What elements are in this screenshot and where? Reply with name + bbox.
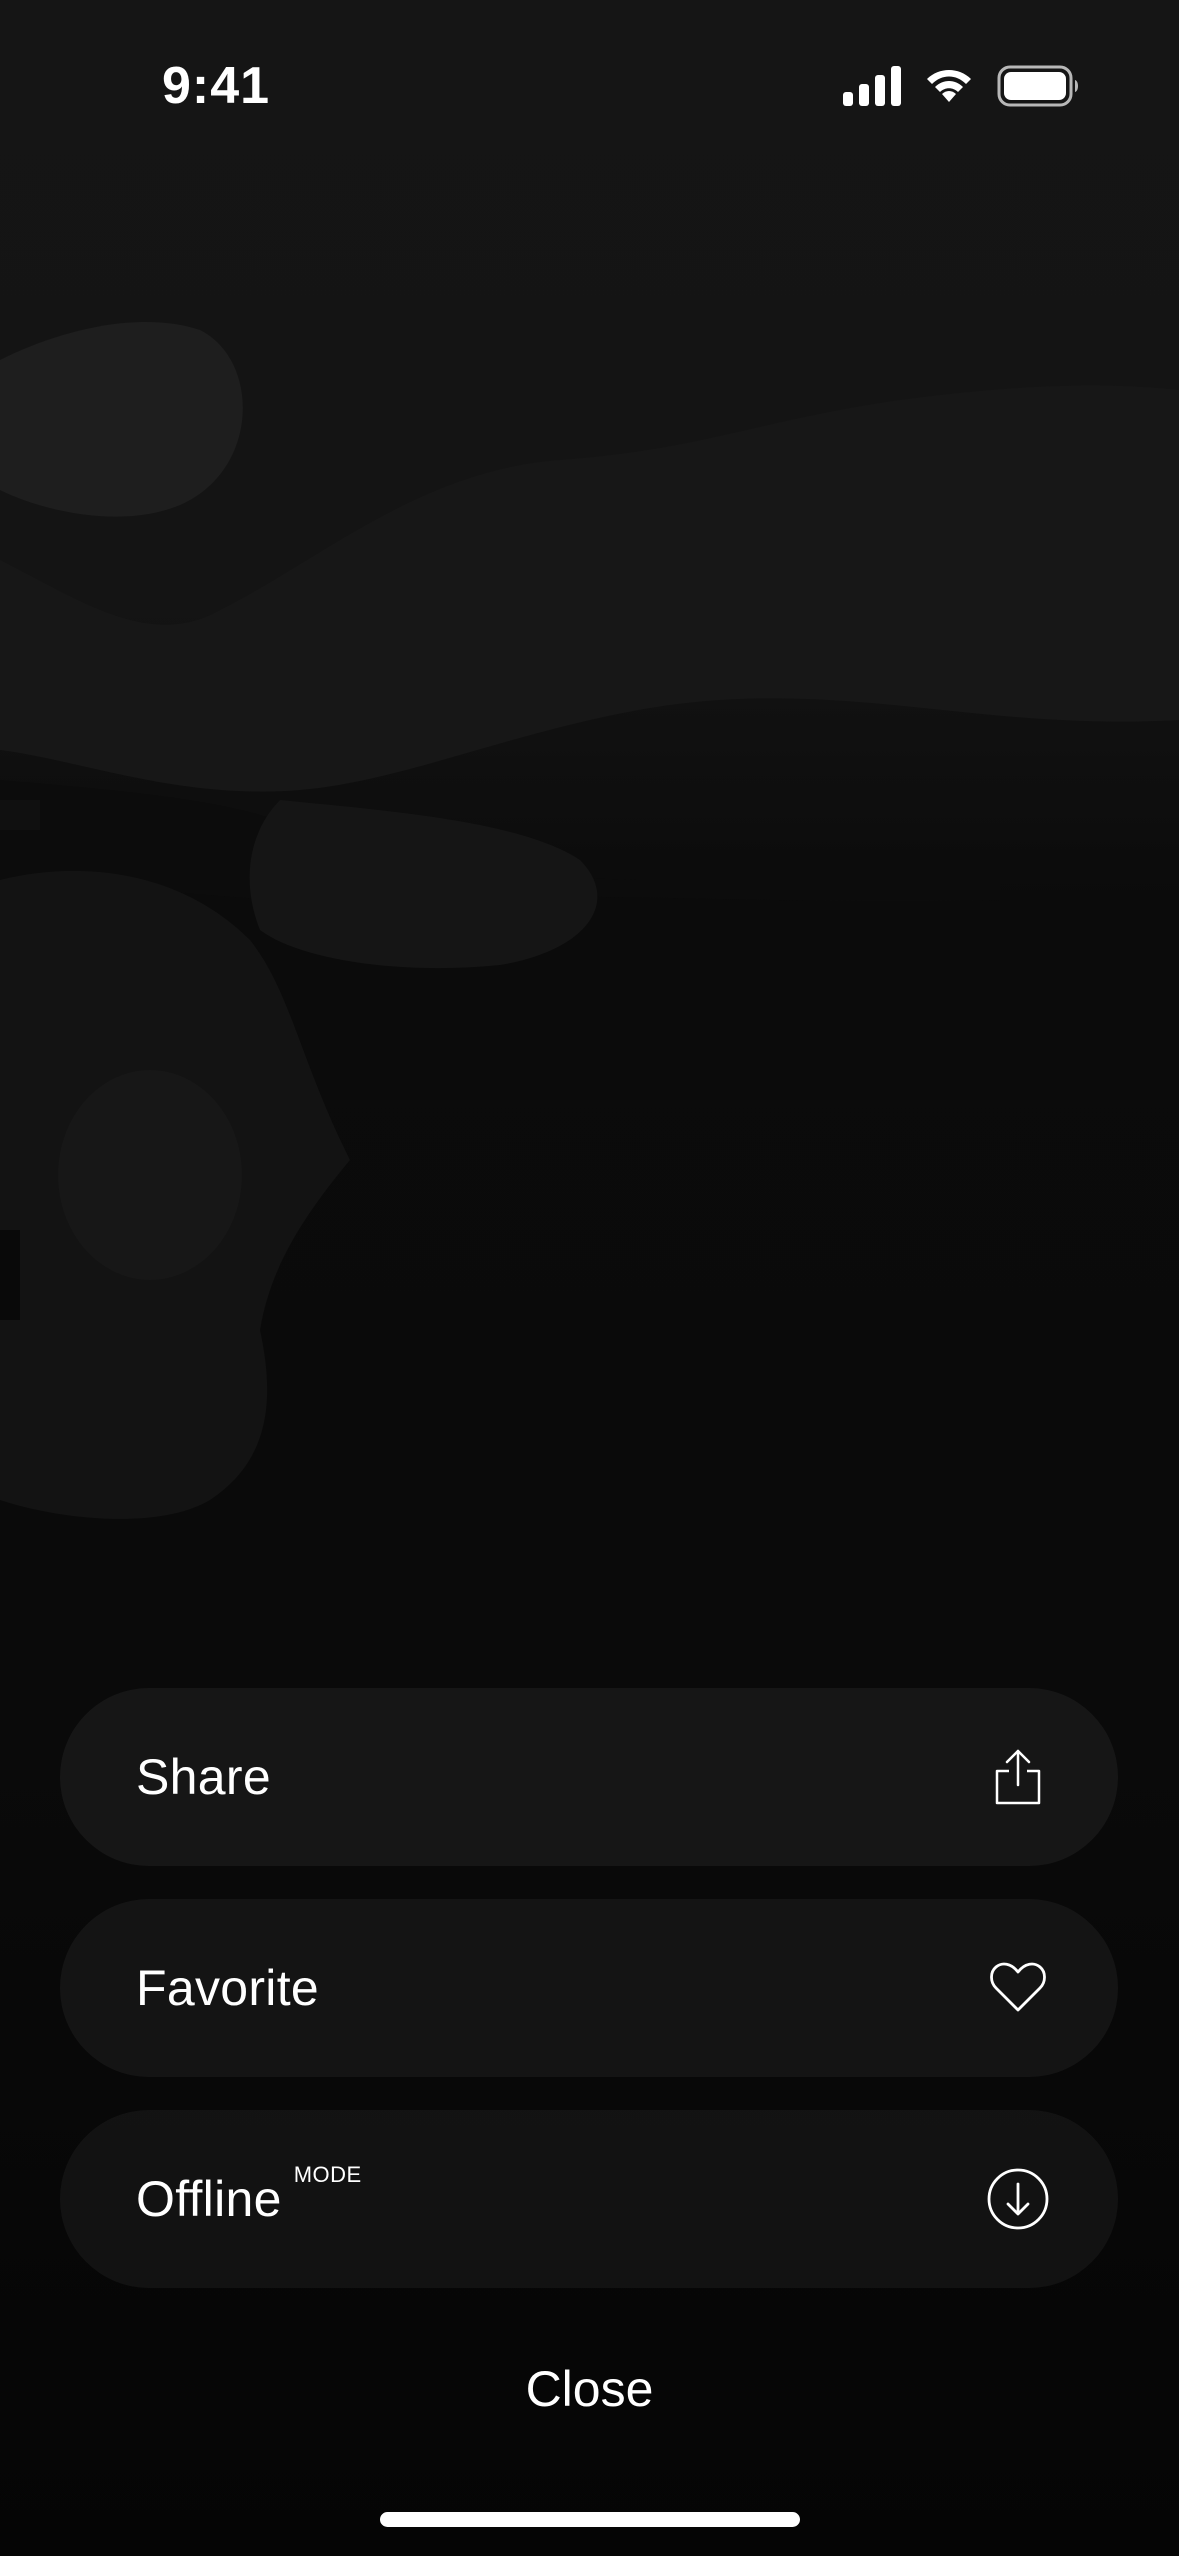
status-icons [843,64,1081,108]
share-button[interactable]: Share [60,1688,1118,1866]
offline-mode-button[interactable]: Offline MODE [60,2110,1118,2288]
screen: 9:41 Share Favorite Offline MODE Close [0,0,1179,2556]
battery-icon [997,65,1081,107]
cellular-signal-icon [843,66,901,106]
status-time: 9:41 [162,57,271,115]
home-indicator[interactable] [380,2512,800,2527]
favorite-label: Favorite [136,1960,320,2016]
share-icon [986,1745,1050,1809]
offline-label: Offline [136,2171,282,2227]
status-bar: 9:41 [0,0,1179,170]
action-sheet: Share Favorite Offline MODE [60,1688,1118,2321]
close-button[interactable]: Close [0,2360,1179,2418]
offline-mode-superscript: MODE [293,2162,362,2187]
share-label: Share [136,1749,271,1805]
wifi-icon [923,66,975,106]
download-circle-icon [986,2167,1050,2231]
favorite-button[interactable]: Favorite [60,1899,1118,2077]
heart-icon [986,1956,1050,2020]
